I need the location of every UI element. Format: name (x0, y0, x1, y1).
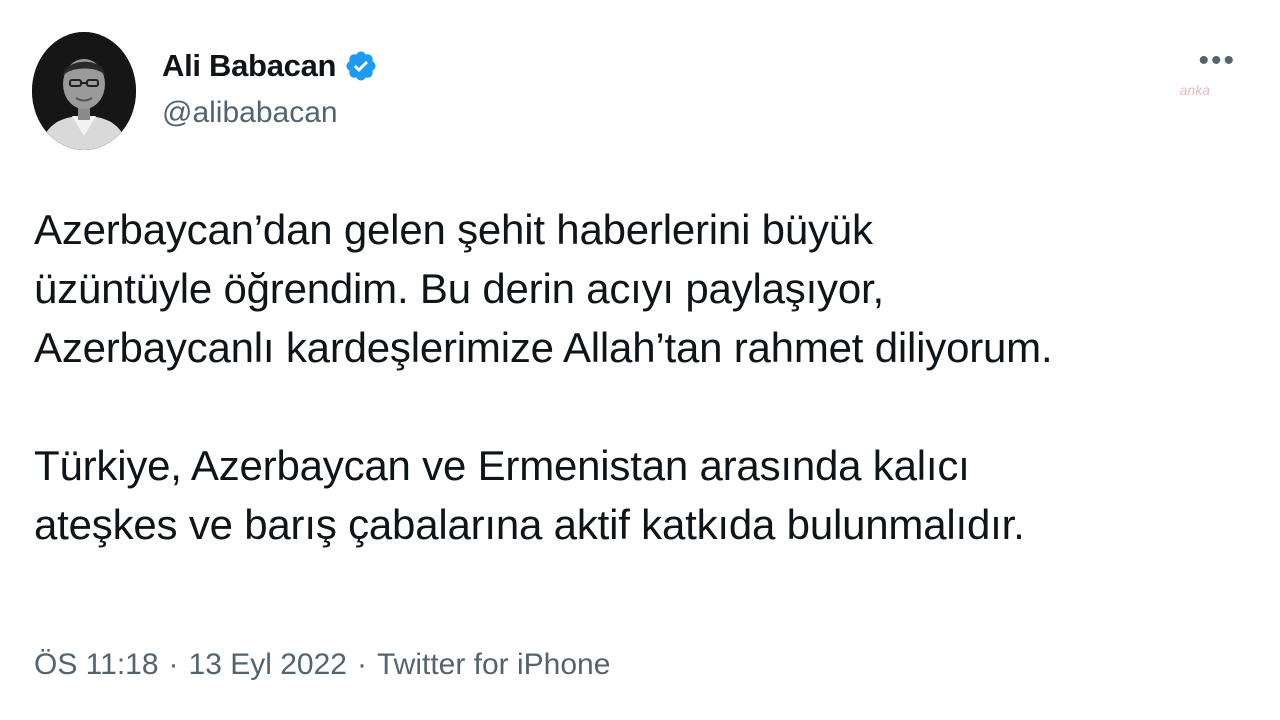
avatar-photo-icon (32, 32, 136, 150)
tweet-paragraph: Türkiye, Azerbaycan ve Ermenistan arasın… (34, 442, 1025, 548)
meta-separator: · (356, 648, 367, 681)
tweet-paragraph: Azerbaycan’dan gelen şehit haberlerini b… (34, 206, 1053, 371)
tweet-text: Azerbaycan’dan gelen şehit haberlerini b… (34, 200, 1254, 554)
more-options-icon[interactable]: ••• (1198, 46, 1236, 76)
tweet-metadata: ÖS 11:18 · 13 Eyl 2022 · Twitter for iPhone (34, 648, 610, 682)
author-display-name[interactable]: Ali Babacan (162, 48, 336, 84)
tweet-source[interactable]: Twitter for iPhone (377, 648, 610, 681)
tweet-date[interactable]: 13 Eyl 2022 (189, 648, 347, 681)
author-handle[interactable]: @alibabacan (162, 96, 338, 130)
verified-badge-icon (344, 49, 378, 83)
meta-separator: · (168, 648, 179, 681)
watermark-logo: anka (1179, 82, 1210, 98)
author-name-row: Ali Babacan (162, 48, 378, 84)
tweet-card: Ali Babacan @alibabacan ••• anka Azerbay… (0, 0, 1280, 720)
tweet-time[interactable]: ÖS 11:18 (34, 648, 159, 681)
author-avatar[interactable] (32, 32, 136, 150)
